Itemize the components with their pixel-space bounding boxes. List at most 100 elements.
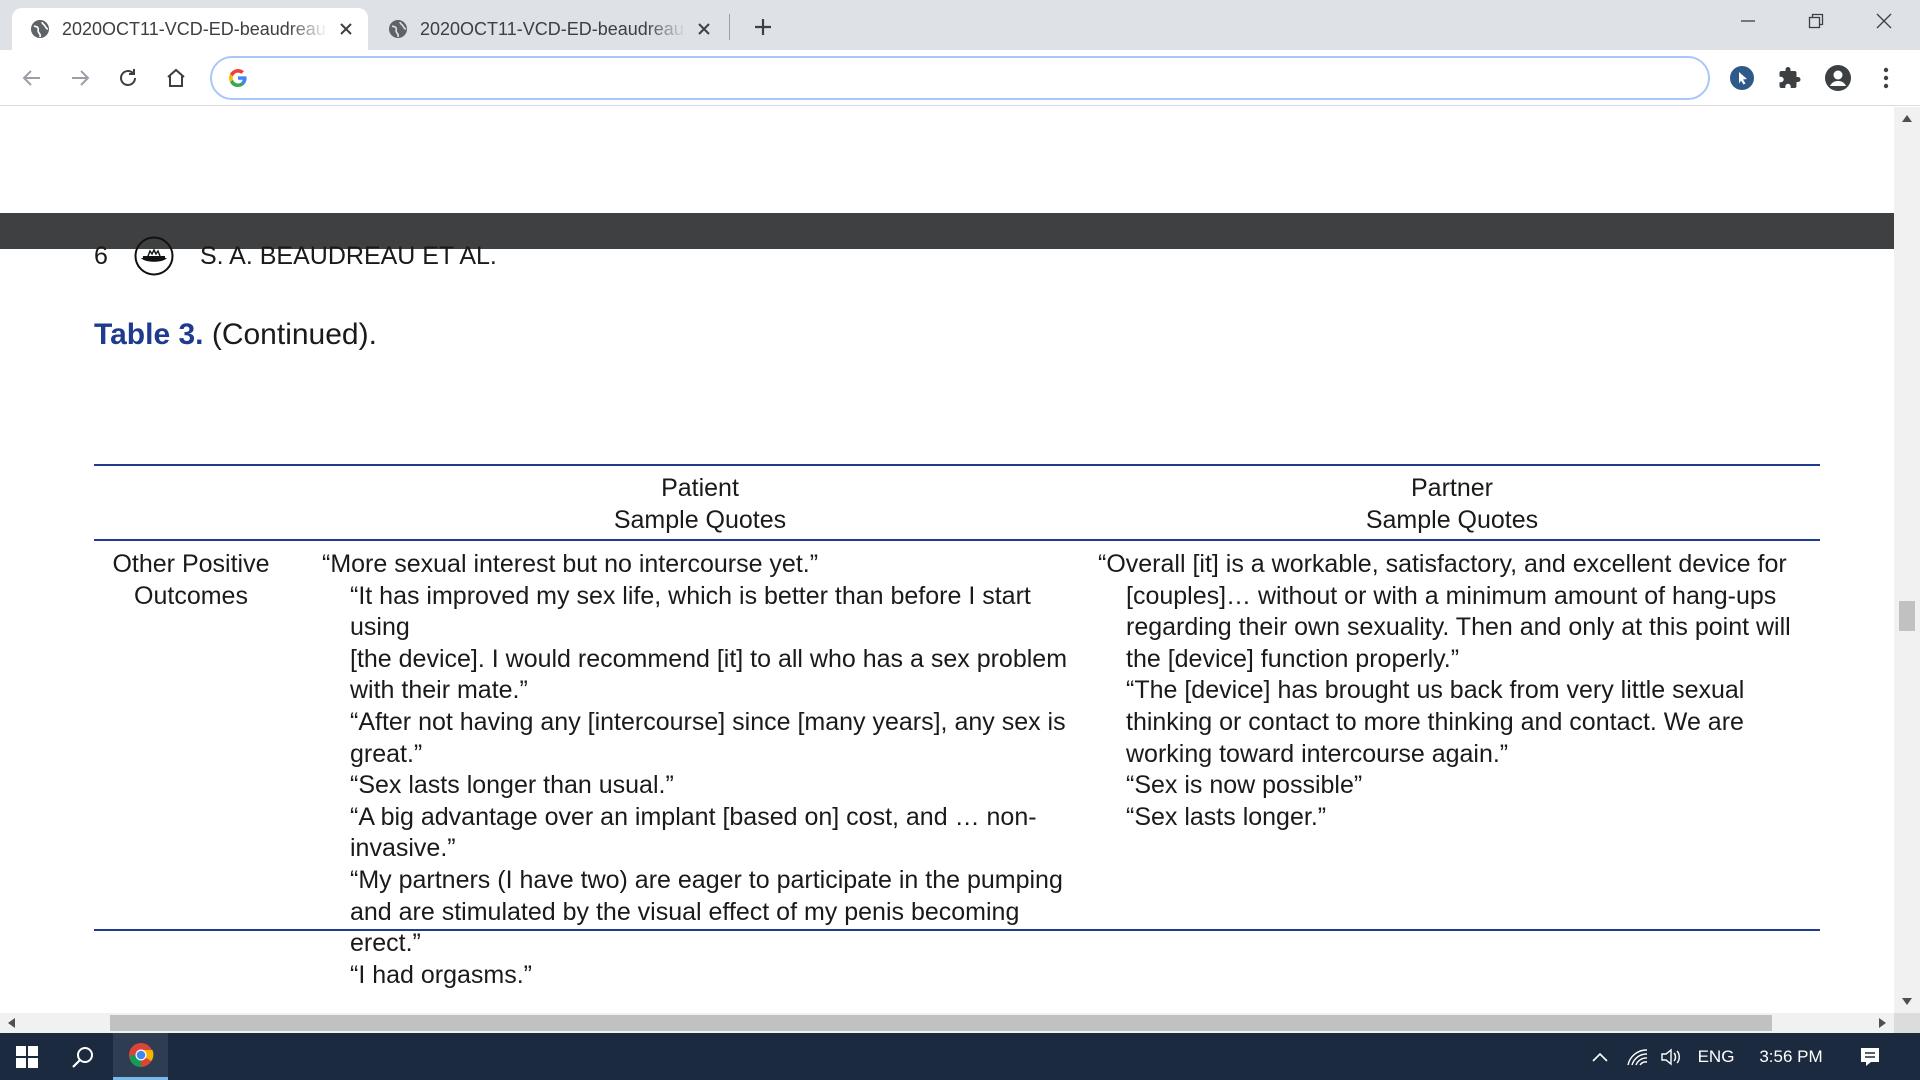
forward-button[interactable] bbox=[62, 60, 98, 96]
scrollbar-corner bbox=[1894, 1013, 1920, 1033]
taskbar: ENG 3:56 PM bbox=[0, 1033, 1920, 1080]
close-icon[interactable] bbox=[336, 19, 356, 39]
vertical-scrollbar[interactable] bbox=[1894, 107, 1920, 1013]
quote-line: great.” bbox=[350, 739, 423, 768]
clock[interactable]: 3:56 PM bbox=[1748, 1033, 1834, 1080]
table-label: Table 3. bbox=[94, 318, 204, 351]
running-head: 6 S. A. BEAUDREAU ET AL. bbox=[94, 236, 497, 276]
horizontal-scroll-thumb[interactable] bbox=[110, 1015, 1772, 1031]
chrome-taskbar-button[interactable] bbox=[113, 1033, 168, 1080]
back-icon bbox=[22, 70, 40, 86]
address-bar[interactable] bbox=[210, 56, 1710, 100]
close-icon[interactable] bbox=[694, 19, 714, 39]
quote-line: [couples]… without or with a minimum amo… bbox=[1126, 581, 1777, 610]
column-header-line: Sample Quotes bbox=[1365, 506, 1539, 534]
extension-button[interactable] bbox=[1724, 60, 1760, 96]
menu-button[interactable] bbox=[1868, 60, 1904, 96]
quote-line: the [device] function properly.” bbox=[1126, 644, 1460, 673]
quote-line: regarding their own sexuality. Then and … bbox=[1126, 613, 1791, 642]
tab-separator bbox=[729, 14, 730, 40]
table-bottom-rule bbox=[94, 929, 1820, 931]
quote-line: “More sexual interest but no intercourse… bbox=[322, 550, 819, 578]
profile-button[interactable] bbox=[1820, 60, 1856, 96]
address-input[interactable] bbox=[262, 67, 1708, 89]
notification-icon bbox=[1861, 1047, 1879, 1066]
chrome-icon bbox=[128, 1043, 153, 1067]
quote-line: working toward intercourse again.” bbox=[1126, 739, 1509, 768]
start-button[interactable] bbox=[0, 1033, 54, 1080]
quote-line: “A big advantage over an implant [based … bbox=[350, 802, 1037, 831]
tab-title: 2020OCT11-VCD-ED-beaudreau.pdf bbox=[62, 18, 328, 39]
patient-quotes: “More sexual interest but no intercourse… bbox=[322, 549, 1082, 991]
quote-line: “It has improved my sex life, which is b… bbox=[350, 581, 1031, 642]
show-hidden-icons-button[interactable] bbox=[1586, 1033, 1614, 1080]
tab-2[interactable]: 2020OCT11-VCD-ED-beaudreau.pdf bbox=[370, 8, 726, 50]
column-header-line: Partner bbox=[1411, 474, 1493, 502]
row-label-line: Other Positive bbox=[112, 550, 270, 578]
column-header-line: Patient bbox=[661, 474, 739, 502]
chevron-up-icon bbox=[1592, 1052, 1608, 1062]
tab-1[interactable]: 2020OCT11-VCD-ED-beaudreau.pdf bbox=[12, 8, 368, 50]
network-button[interactable] bbox=[1622, 1033, 1652, 1080]
scroll-down-icon[interactable] bbox=[1902, 998, 1912, 1005]
quote-line: “Sex is now possible” bbox=[1126, 771, 1363, 800]
scroll-right-icon[interactable] bbox=[1879, 1018, 1886, 1028]
quote-line: “Overall [it] is a workable, satisfactor… bbox=[1098, 550, 1787, 578]
new-tab-button[interactable] bbox=[748, 12, 778, 42]
windows-icon bbox=[16, 1045, 38, 1068]
scroll-up-icon[interactable] bbox=[1902, 115, 1912, 122]
quote-line: with their mate.” bbox=[350, 676, 528, 705]
quote-line: [the device]. I would recommend [it] to … bbox=[350, 644, 1068, 673]
back-button[interactable] bbox=[14, 60, 50, 96]
table-header-rule bbox=[94, 539, 1820, 541]
speaker-icon bbox=[1661, 1048, 1680, 1065]
search-button[interactable] bbox=[56, 1033, 110, 1080]
partner-quotes: “Overall [it] is a workable, satisfactor… bbox=[1098, 549, 1818, 833]
globe-icon bbox=[31, 20, 49, 38]
quote-line: “My partners (I have two) are eager to p… bbox=[350, 865, 1063, 894]
globe-icon bbox=[389, 20, 407, 38]
quote-line: “The [device] has brought us back from v… bbox=[1126, 676, 1745, 705]
tab-strip: 2020OCT11-VCD-ED-beaudreau.pdf 2020OCT11… bbox=[0, 0, 1920, 50]
toolbar bbox=[0, 50, 1920, 106]
search-icon bbox=[72, 1046, 93, 1068]
quote-line: invasive.” bbox=[350, 834, 456, 863]
quote-line: “Sex lasts longer.” bbox=[1126, 802, 1327, 831]
tab-title: 2020OCT11-VCD-ED-beaudreau.pdf bbox=[420, 18, 686, 39]
row-label-line: Outcomes bbox=[134, 581, 248, 610]
language-indicator[interactable]: ENG bbox=[1692, 1033, 1740, 1080]
running-head-authors: S. A. BEAUDREAU ET AL. bbox=[200, 241, 497, 270]
profile-icon bbox=[1825, 65, 1851, 91]
forward-icon bbox=[72, 70, 90, 86]
column-header-line: Sample Quotes bbox=[613, 506, 787, 534]
row-label: Other Positive Outcomes bbox=[96, 549, 286, 612]
reload-button[interactable] bbox=[110, 60, 146, 96]
extension-icon bbox=[1730, 66, 1754, 90]
column-header-partner: Partner Sample Quotes bbox=[1252, 472, 1652, 536]
plus-icon bbox=[755, 19, 771, 35]
extensions-menu-button[interactable] bbox=[1772, 60, 1808, 96]
window-close-button[interactable] bbox=[1850, 0, 1918, 42]
vertical-scroll-thumb[interactable] bbox=[1899, 601, 1915, 631]
quote-line: thinking or contact to more thinking and… bbox=[1126, 707, 1744, 736]
scroll-left-icon[interactable] bbox=[8, 1018, 15, 1028]
table-caption: (Continued). bbox=[211, 318, 377, 351]
horizontal-scrollbar[interactable] bbox=[0, 1013, 1894, 1033]
wifi-icon bbox=[1627, 1048, 1648, 1065]
quote-line: “Sex lasts longer than usual.” bbox=[350, 771, 674, 800]
volume-button[interactable] bbox=[1656, 1033, 1686, 1080]
table-top-rule bbox=[94, 464, 1820, 466]
quote-line: “I had orgasms.” bbox=[350, 960, 533, 989]
page-number: 6 bbox=[94, 241, 108, 270]
menu-icon bbox=[1883, 67, 1889, 89]
minimize-button[interactable] bbox=[1714, 0, 1782, 42]
home-icon bbox=[167, 68, 185, 87]
action-center-button[interactable] bbox=[1850, 1033, 1890, 1080]
publisher-logo-icon bbox=[134, 236, 174, 276]
quote-line: “After not having any [intercourse] sinc… bbox=[350, 707, 1066, 736]
restore-button[interactable] bbox=[1782, 0, 1850, 42]
home-button[interactable] bbox=[158, 60, 194, 96]
google-icon bbox=[229, 69, 247, 87]
column-header-patient: Patient Sample Quotes bbox=[500, 472, 900, 536]
puzzle-icon bbox=[1779, 67, 1801, 88]
